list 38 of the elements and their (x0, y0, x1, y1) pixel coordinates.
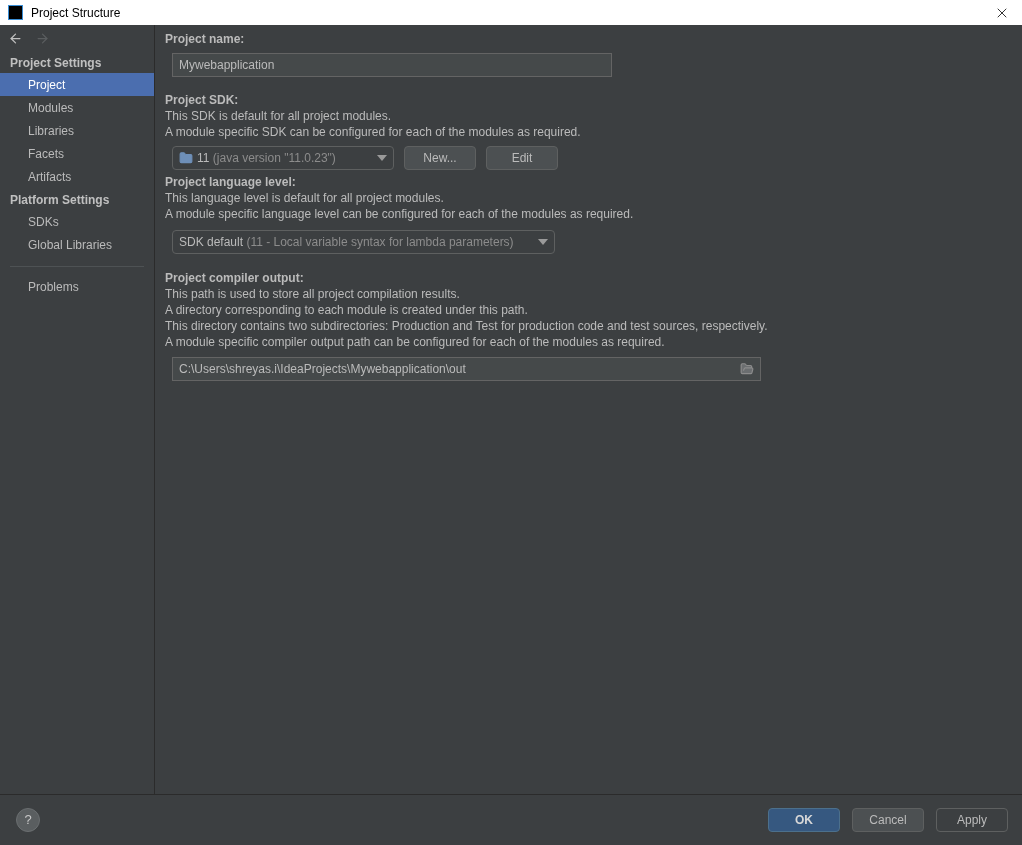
sdk-button[interactable]: New... (404, 146, 476, 170)
back-button[interactable] (8, 31, 23, 45)
sidebar-item[interactable]: Libraries (0, 119, 154, 142)
caret-icon (377, 155, 387, 161)
description-text: A module specific SDK can be configured for each of the modules as required. (165, 124, 582, 140)
caret-icon (538, 239, 548, 245)
sidebar-item[interactable]: Global Libraries (0, 233, 154, 256)
sidebar-section-title: Platform Settings (9, 192, 111, 209)
dialog-button[interactable]: OK (768, 808, 840, 832)
sidebar-item[interactable]: Modules (0, 96, 154, 119)
app-logo-icon (8, 5, 23, 20)
help-button[interactable]: ? (16, 808, 40, 832)
field-label: Project name: (165, 31, 246, 47)
folder-browse-icon[interactable] (740, 362, 754, 376)
field-label: Project SDK: (165, 92, 240, 108)
sdk-dropdown[interactable]: 11 (java version "11.0.23") (172, 146, 394, 170)
language-level-dropdown[interactable]: SDK default (11 - Local variable syntax for lambda parameters) (172, 230, 555, 254)
project-name-field[interactable]: Mywebapplication (172, 53, 612, 77)
description-text: This path is used to store all project compilation results. (165, 286, 461, 302)
window-title: Project Structure (31, 4, 121, 22)
sidebar-item[interactable]: Problems (0, 277, 154, 297)
sidebar-item[interactable]: Project (0, 73, 154, 96)
description-text: A directory corresponding to each module is created under this path. (165, 302, 529, 318)
description-text: A module specific language level can be configured for each of the modules as required. (165, 206, 635, 222)
sidebar-section-title: Project Settings (9, 55, 103, 72)
sdk-button[interactable]: Edit (486, 146, 558, 170)
field-label: Project language level: (165, 174, 297, 190)
dialog-button[interactable]: Cancel (852, 808, 924, 832)
sidebar-item[interactable]: SDKs (0, 210, 154, 233)
description-text: This directory contains two subdirectories: Production and Test for production code and test sources, respectively. (165, 318, 769, 334)
description-text: This SDK is default for all project modules. (165, 108, 393, 124)
sidebar-item[interactable]: Facets (0, 142, 154, 165)
description-text: This language level is default for all project modules. (165, 190, 445, 206)
sidebar-item[interactable]: Artifacts (0, 165, 154, 188)
compiler-output-field[interactable]: C:\Users\shreyas.i\IdeaProjects\Mywebapplication\out (172, 357, 761, 381)
field-label: Project compiler output: (165, 270, 305, 286)
description-text: A module specific compiler output path can be configured for each of the modules as required. (165, 334, 666, 350)
sdk-folder-icon (179, 151, 193, 165)
